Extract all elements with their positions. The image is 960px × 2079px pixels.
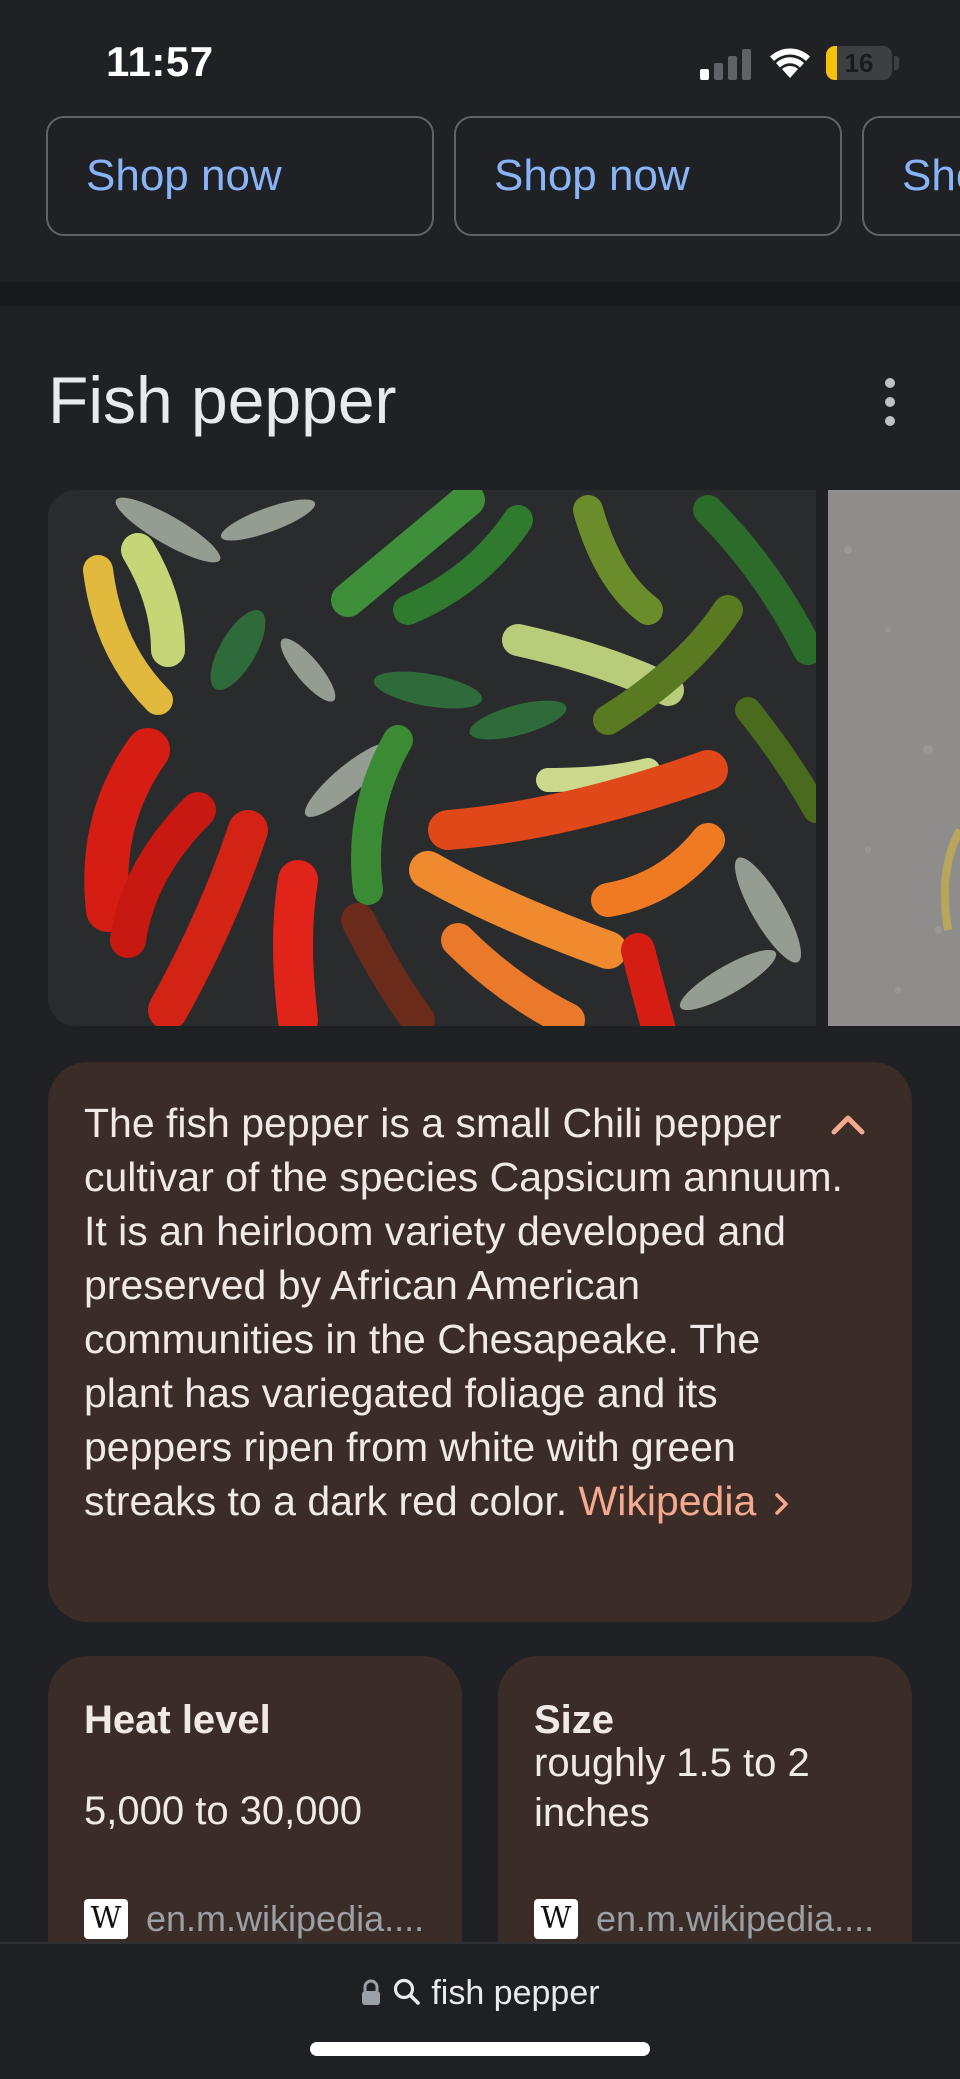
knowledge-panel: Fish pepper The fish pepper is a small C… — [0, 306, 960, 1956]
wikipedia-icon: W — [84, 1899, 128, 1939]
bottom-address-bar: fish pepper — [0, 1942, 960, 2079]
description-body: The fish pepper is a small Chili pepper … — [84, 1100, 843, 1524]
home-indicator[interactable] — [310, 2042, 650, 2056]
battery-icon: 16 — [826, 46, 892, 80]
description-card: The fish pepper is a small Chili pepper … — [48, 1062, 912, 1622]
status-time: 11:57 — [106, 38, 214, 85]
shop-now-carousel[interactable]: Shop now Shop now Shop now — [0, 116, 960, 288]
more-vert-icon[interactable] — [872, 374, 908, 430]
panel-title: Fish pepper — [48, 363, 397, 437]
fact-label: Heat level — [84, 1698, 271, 1742]
battery-cap — [894, 56, 899, 70]
pepper-image[interactable] — [48, 490, 816, 1026]
fact-source-text: en.m.wikipedia.... — [596, 1898, 875, 1939]
fact-card-size[interactable]: Size roughly 1.5 to 2 inches W en.m.wiki… — [498, 1656, 912, 1956]
wikipedia-icon: W — [534, 1899, 578, 1939]
wikipedia-link-label[interactable]: Wikipedia — [579, 1478, 757, 1524]
wifi-icon — [768, 44, 812, 80]
wikipedia-link[interactable]: Wikipedia — [579, 1478, 794, 1524]
chevron-right-icon — [774, 1493, 788, 1515]
fact-source-text: en.m.wikipedia.... — [146, 1898, 425, 1939]
status-bar: 11:57 16 — [0, 0, 960, 120]
fact-value: 5,000 to 30,000 — [84, 1789, 363, 1833]
section-divider — [0, 282, 960, 306]
search-query: fish pepper — [431, 1974, 600, 2012]
battery-percent: 16 — [844, 48, 874, 78]
fact-label: Size — [534, 1698, 615, 1742]
description-text: The fish pepper is a small Chili pepper … — [84, 1096, 844, 1528]
chevron-up-icon[interactable] — [824, 1100, 872, 1148]
fact-source-link[interactable]: W en.m.wikipedia.... — [534, 1896, 874, 1942]
shop-now-button[interactable]: Shop now — [454, 116, 842, 236]
lock-icon — [362, 1979, 381, 2005]
fact-value: roughly 1.5 to 2 inches — [534, 1741, 810, 1835]
shop-now-button[interactable]: Shop now — [46, 116, 434, 236]
fact-source-link[interactable]: W en.m.wikipedia.... — [84, 1896, 424, 1942]
fact-card-heat-level[interactable]: Heat level 5,000 to 30,000 W en.m.wikipe… — [48, 1656, 462, 1956]
shop-now-button[interactable]: Shop now — [862, 116, 960, 236]
pepper-image-secondary[interactable] — [828, 490, 960, 1026]
search-icon — [393, 1978, 420, 2005]
address-field[interactable]: fish pepper — [0, 1974, 960, 2013]
cellular-signal-icon — [700, 48, 752, 80]
